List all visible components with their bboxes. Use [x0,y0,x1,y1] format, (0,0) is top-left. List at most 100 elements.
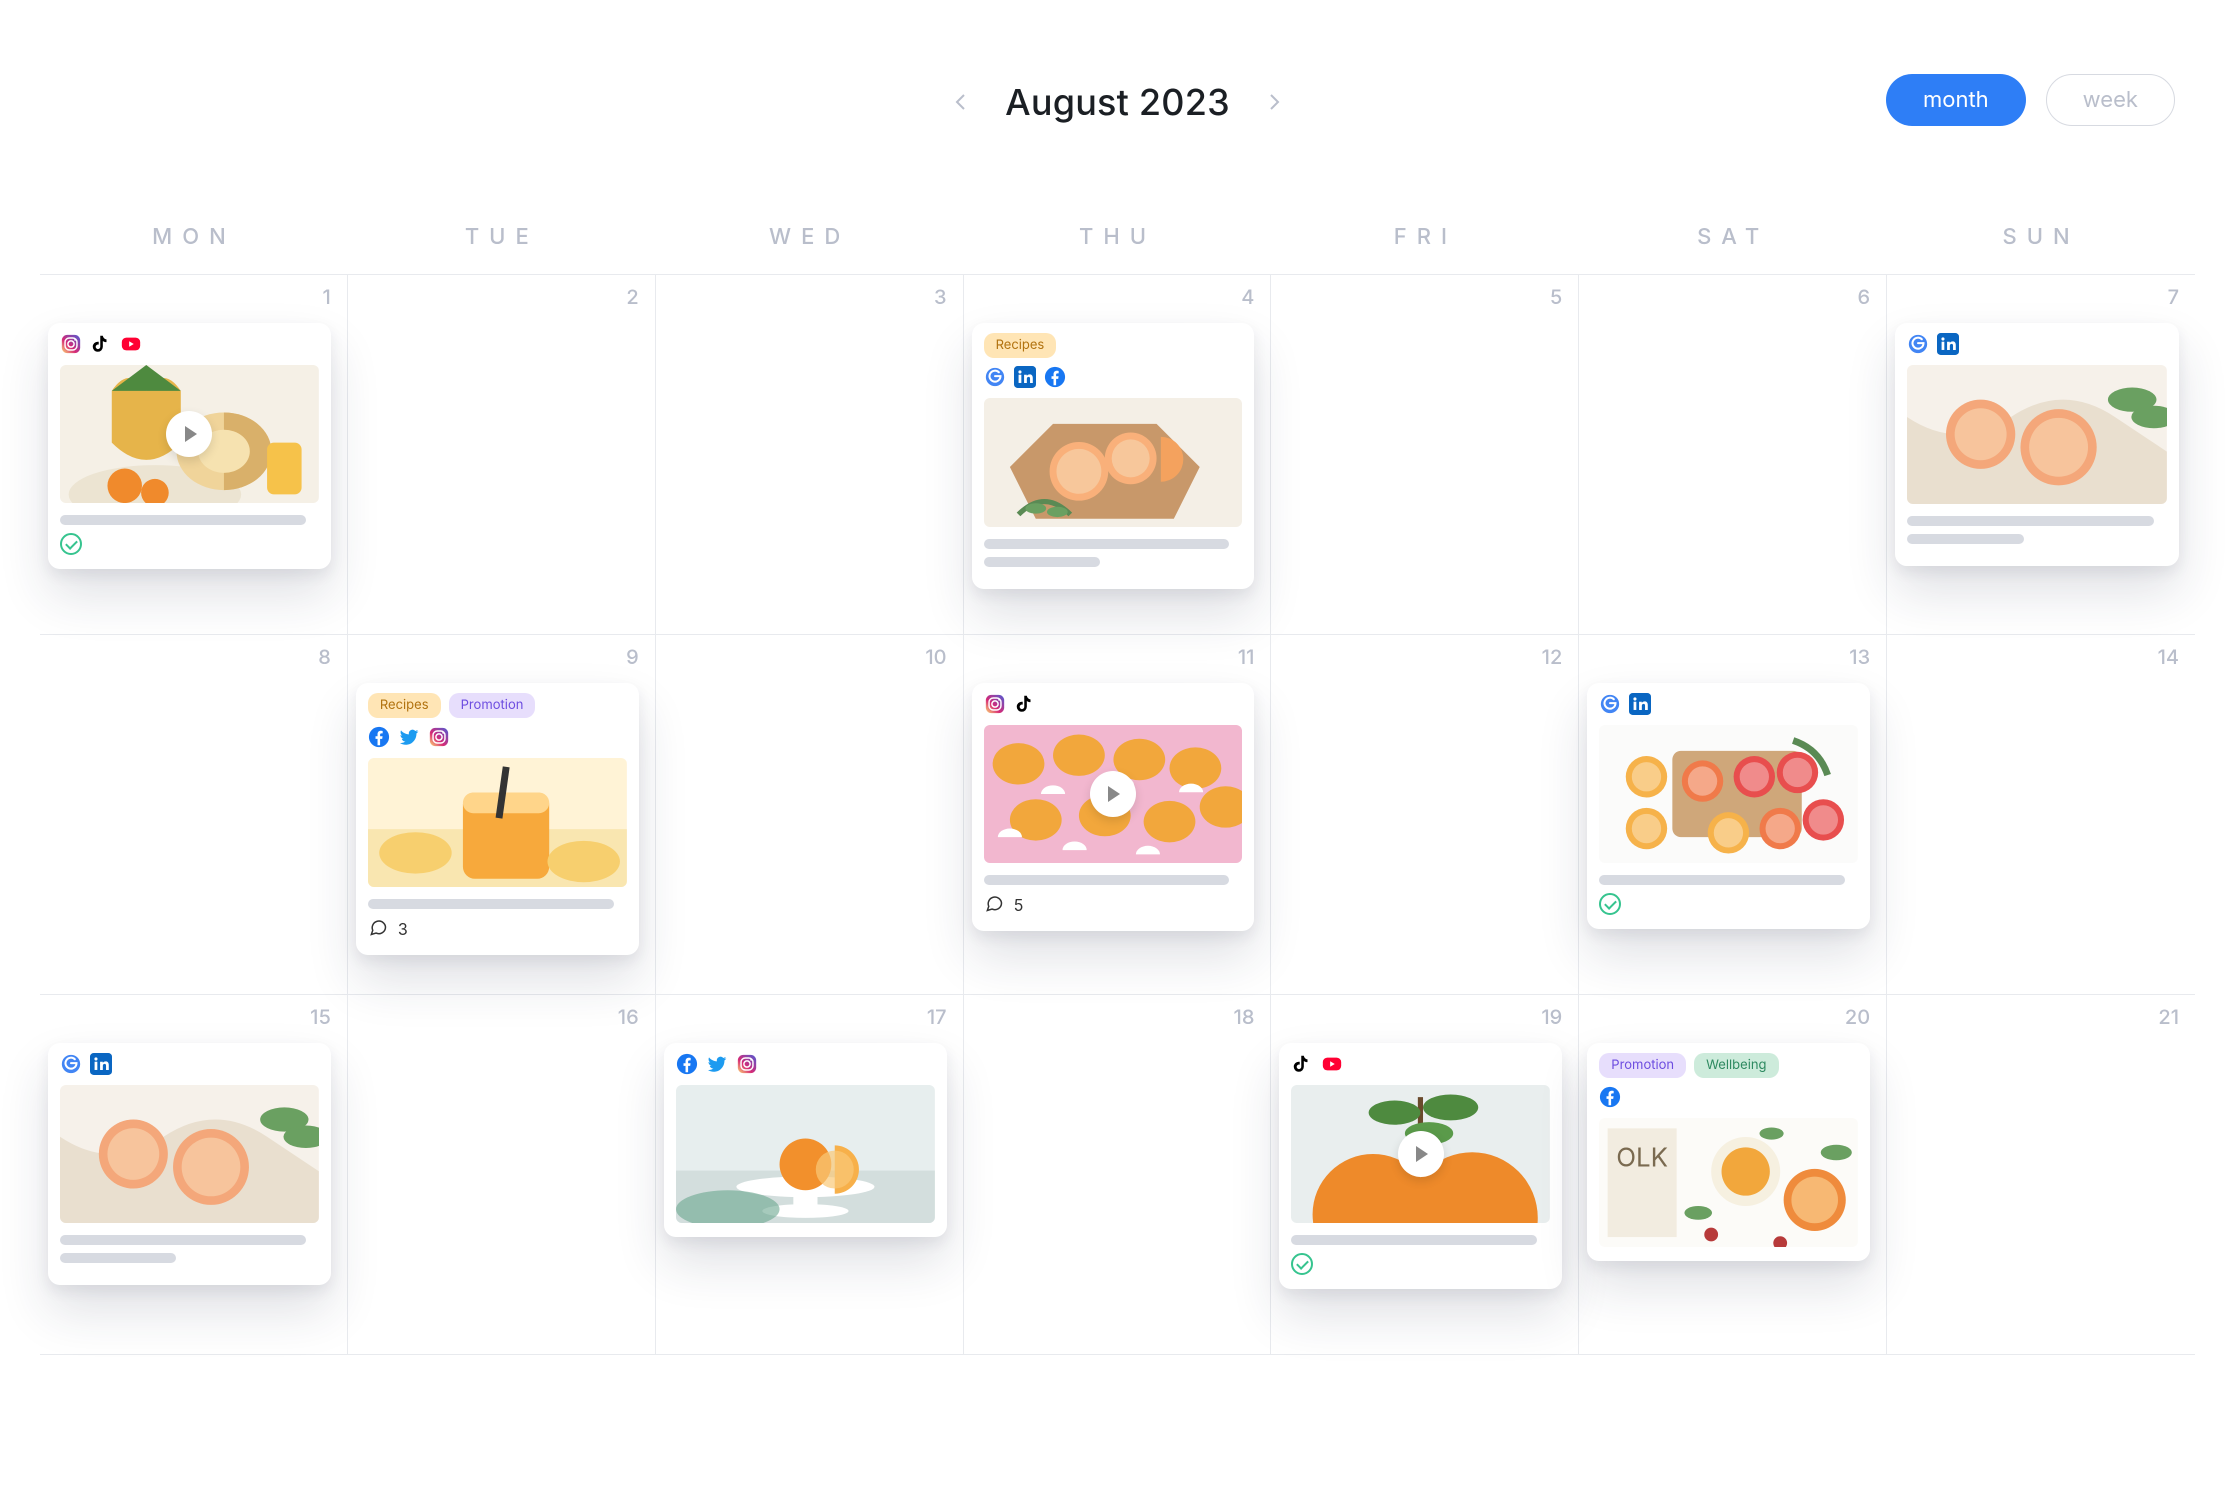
comment-count: 5 [1014,895,1024,915]
post-card[interactable] [664,1043,947,1237]
comment-icon [368,917,388,941]
placeholder-line [984,557,1100,567]
day-cell[interactable]: 15 [40,995,348,1355]
day-cell[interactable]: 13 [1579,635,1887,995]
view-week-button[interactable]: week [2046,74,2175,126]
twitter-icon [706,1053,728,1075]
platform-row [368,726,627,748]
card-footer: 5 [984,893,1243,917]
post-card[interactable]: Recipes [972,323,1255,589]
day-number: 21 [2158,1005,2179,1029]
day-number: 14 [2158,645,2179,669]
day-number: 17 [927,1005,947,1029]
day-cell[interactable]: 10 [656,635,964,995]
post-card[interactable] [48,323,331,569]
post-thumbnail[interactable] [60,365,319,503]
placeholder-line [984,539,1230,549]
platform-row [1907,333,2167,355]
post-thumbnail[interactable] [984,725,1243,863]
svg-text:OLK: OLK [1617,1142,1669,1173]
day-cell[interactable]: 21 [1887,995,2195,1355]
day-number: 10 [925,645,946,669]
day-cell[interactable]: 18 [964,995,1272,1355]
next-month-button[interactable] [1260,88,1288,116]
platform-row [1599,1086,1858,1108]
post-card[interactable] [48,1043,331,1285]
day-cell[interactable]: 2 [348,275,656,635]
day-cell[interactable]: 19 [1271,995,1579,1355]
post-thumbnail[interactable] [368,758,627,887]
day-cell[interactable]: 5 [1271,275,1579,635]
view-toggle: month week [1886,74,2175,126]
platform-row [60,1053,319,1075]
tag-recipes: Recipes [368,693,441,718]
month-nav: August 2023 [947,80,1288,124]
day-cell[interactable]: 7 [1887,275,2195,635]
caption-placeholder [368,899,627,909]
day-cell[interactable]: 12 [1271,635,1579,995]
day-cell[interactable]: 16 [348,995,656,1355]
day-cell[interactable]: 4 Recipes [964,275,1272,635]
day-number: 15 [310,1005,331,1029]
tiktok-icon [1014,693,1036,715]
day-number: 20 [1845,1005,1870,1029]
comment-icon [984,893,1004,917]
post-card[interactable] [1895,323,2179,566]
day-cell[interactable]: 20 PromotionWellbeing OLK [1579,995,1887,1355]
day-cell[interactable]: 17 [656,995,964,1355]
post-thumbnail[interactable] [1291,1085,1550,1223]
dow-sat: SAT [1579,204,1887,274]
tag-recipes: Recipes [984,333,1057,358]
dow-wed: WED [656,204,964,274]
post-thumbnail[interactable] [60,1085,319,1223]
instagram-icon [428,726,450,748]
post-card[interactable]: PromotionWellbeing OLK [1587,1043,1870,1261]
play-button[interactable] [1291,1085,1550,1223]
post-thumbnail[interactable]: OLK [1599,1118,1858,1247]
linkedin-icon [1937,333,1959,355]
day-number: 13 [1849,645,1870,669]
caption-placeholder [60,515,319,525]
day-cell[interactable]: 3 [656,275,964,635]
google-icon [984,366,1006,388]
post-thumbnail[interactable] [1907,365,2167,504]
dow-thu: THU [964,204,1272,274]
post-thumbnail[interactable] [1599,725,1858,863]
dow-fri: FRI [1271,204,1579,274]
platform-row [984,693,1243,715]
placeholder-line [984,875,1230,885]
day-number: 4 [1241,285,1254,309]
caption-placeholder [1907,516,2167,544]
day-cell[interactable]: 14 [1887,635,2195,995]
post-thumbnail[interactable] [984,398,1243,527]
post-card[interactable] [1587,683,1870,929]
post-card[interactable] [1279,1043,1562,1289]
post-thumbnail[interactable] [676,1085,935,1223]
tiktok-icon [1291,1053,1313,1075]
tag-row: Recipes [984,333,1243,358]
tiktok-icon [90,333,112,355]
google-icon [60,1053,82,1075]
post-card[interactable]: RecipesPromotion 3 [356,683,639,955]
day-number: 3 [934,285,947,309]
day-cell[interactable]: 9RecipesPromotion 3 [348,635,656,995]
instagram-icon [984,693,1006,715]
play-button[interactable] [60,365,319,503]
youtube-icon [1321,1053,1343,1075]
instagram-icon [60,333,82,355]
instagram-icon [736,1053,758,1075]
chevron-right-icon [1262,90,1286,114]
day-number: 1 [323,285,331,309]
day-of-week-header: MON TUE WED THU FRI SAT SUN [40,204,2195,274]
day-cell[interactable]: 8 [40,635,348,995]
view-month-button[interactable]: month [1886,74,2026,126]
day-cell[interactable]: 1 [40,275,348,635]
linkedin-icon [1014,366,1036,388]
prev-month-button[interactable] [947,88,975,116]
day-cell[interactable]: 11 5 [964,635,1272,995]
day-cell[interactable]: 6 [1579,275,1887,635]
post-card[interactable]: 5 [972,683,1255,931]
play-button[interactable] [984,725,1243,863]
facebook-icon [1044,366,1066,388]
day-number: 18 [1234,1005,1255,1029]
